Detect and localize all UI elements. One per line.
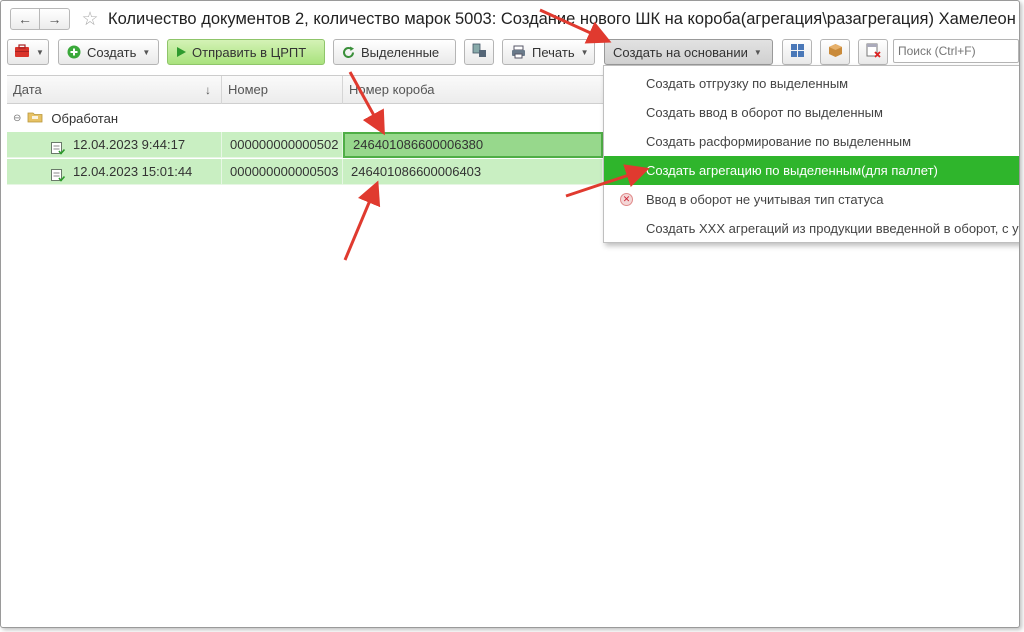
- refresh-icon: [342, 46, 355, 59]
- print-button[interactable]: Печать ▼: [502, 39, 595, 65]
- chevron-down-icon: ▼: [36, 47, 44, 57]
- menu-item-create-xxx-aggregations[interactable]: Создать XXX агрегаций из продукции введе…: [604, 214, 1019, 243]
- sort-down-icon: ↓: [205, 83, 211, 97]
- menu-item-create-aggregation[interactable]: Создать агрегацию по выделенным(для палл…: [604, 156, 1019, 185]
- error-circle-icon: ✕: [620, 193, 633, 206]
- package-icon: [828, 43, 843, 61]
- menu-item-create-shipment[interactable]: Создать отгрузку по выделенным: [604, 69, 1019, 98]
- title-bar: ← → ☆ Количество документов 2, количеств…: [1, 1, 1019, 37]
- create-based-on-label: Создать на основании: [613, 44, 748, 60]
- send-to-crpt-label: Отправить в ЦРПТ: [192, 44, 307, 60]
- collapse-icon[interactable]: ⊖: [13, 113, 21, 124]
- group-label: Обработан: [51, 110, 119, 126]
- arrow-left-icon: ←: [18, 11, 32, 27]
- nav-buttons: ← →: [10, 8, 70, 30]
- printer-icon: [511, 45, 526, 59]
- create-based-on-menu: Создать отгрузку по выделенным Создать в…: [603, 65, 1019, 243]
- column-header-box-number[interactable]: Номер короба: [343, 76, 603, 104]
- print-button-label: Печать: [532, 44, 575, 60]
- chevron-down-icon: ▼: [580, 47, 589, 57]
- actions-menu-button[interactable]: ▼: [7, 39, 49, 65]
- row-box-number-cell[interactable]: 246401086600006380: [343, 132, 603, 158]
- search-input[interactable]: [893, 39, 1019, 63]
- selected-button-label: Выделенные: [361, 44, 440, 60]
- menu-item-create-disband[interactable]: Создать расформирование по выделенным: [604, 127, 1019, 156]
- window-title: Количество документов 2, количество маро…: [108, 9, 1016, 28]
- app-window: ← → ☆ Количество документов 2, количеств…: [0, 0, 1020, 628]
- column-header-date[interactable]: Дата ↓: [7, 76, 222, 104]
- table-delete-icon: [866, 43, 881, 61]
- create-button-label: Создать: [87, 44, 137, 60]
- chevron-down-icon: ▼: [753, 47, 762, 57]
- briefcase-icon: [14, 43, 30, 61]
- row-date-cell: 12.04.2023 9:44:17: [7, 132, 222, 158]
- star-icon[interactable]: ☆: [80, 9, 100, 30]
- table-row[interactable]: 12.04.2023 15:01:44 000000000000503 2464…: [7, 159, 603, 185]
- arrow-right-icon: →: [47, 11, 62, 27]
- barcode-scanner-icon: [472, 43, 487, 61]
- menu-item-create-turnover[interactable]: Создать ввод в оборот по выделенным: [604, 98, 1019, 127]
- selected-button[interactable]: Выделенные: [333, 39, 456, 65]
- create-based-on-button[interactable]: Создать на основании ▼: [604, 39, 773, 65]
- group-row-processed[interactable]: ⊖ Обработан: [7, 106, 607, 130]
- table-row[interactable]: 12.04.2023 9:44:17 000000000000502 24640…: [7, 132, 603, 158]
- row-number-cell: 000000000000503: [222, 159, 343, 185]
- folder-icon: [27, 111, 43, 126]
- create-button[interactable]: Создать ▼: [58, 39, 159, 65]
- row-box-number-cell[interactable]: 246401086600006403: [343, 159, 603, 185]
- clear-filter-button[interactable]: [858, 39, 888, 65]
- scanner-button[interactable]: [464, 39, 494, 65]
- row-number-cell: 000000000000502: [222, 132, 343, 158]
- grid-icon: [790, 43, 805, 61]
- row-date-cell: 12.04.2023 15:01:44: [7, 159, 222, 185]
- plus-circle-icon: [67, 45, 81, 59]
- play-icon: [176, 47, 186, 57]
- document-posted-icon: [51, 165, 66, 191]
- column-header-number[interactable]: Номер: [222, 76, 343, 104]
- back-button[interactable]: ←: [10, 8, 40, 30]
- chevron-down-icon: ▼: [142, 47, 151, 57]
- send-to-crpt-button[interactable]: Отправить в ЦРПТ: [167, 39, 325, 65]
- toolbar: ▼ Создать ▼ Отправить в ЦРПТ Выделенные: [1, 39, 1019, 65]
- menu-item-turnover-ignore-status[interactable]: ✕ Ввод в оборот не учитывая тип статуса: [604, 185, 1019, 214]
- forward-button[interactable]: →: [40, 8, 70, 30]
- box-button[interactable]: [820, 39, 850, 65]
- grid-view-button[interactable]: [782, 39, 812, 65]
